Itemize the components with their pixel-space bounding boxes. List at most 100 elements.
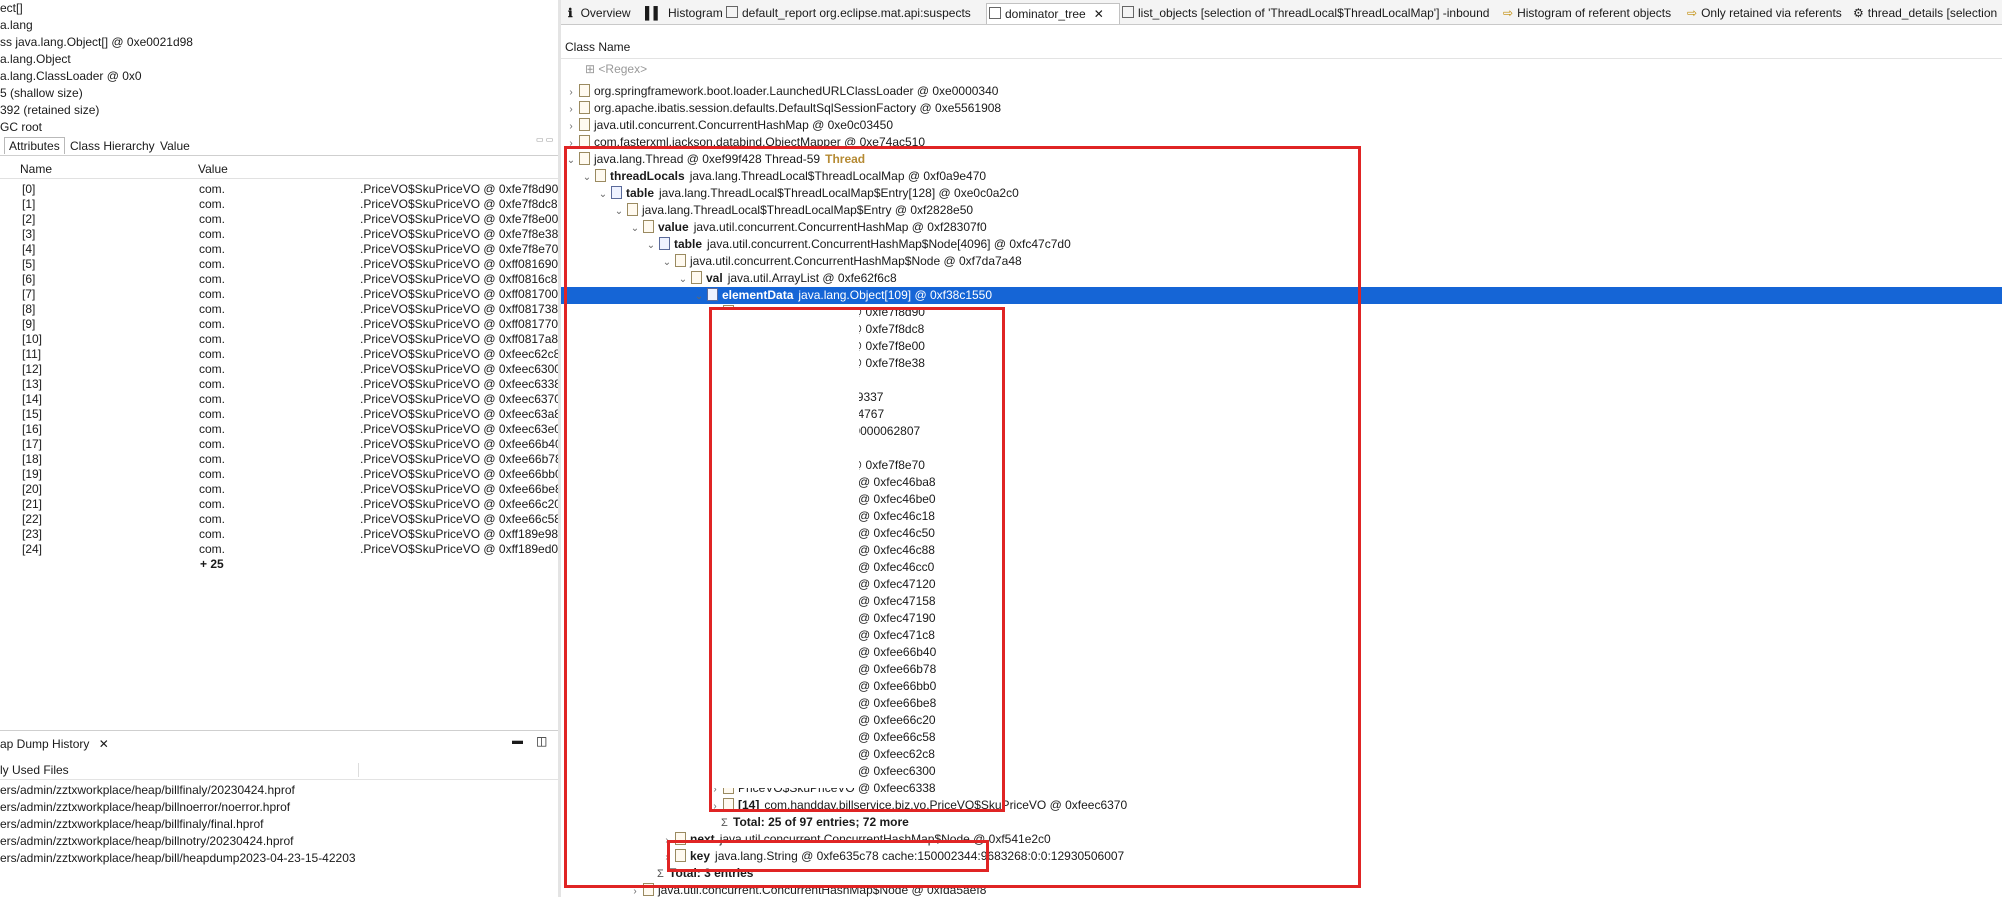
recent-file-item[interactable]: ers/admin/zztxworkplace/heap/bill/heapdu… [0, 851, 356, 865]
recent-file-item[interactable]: ers/admin/zztxworkplace/heap/billnotry/2… [0, 834, 294, 848]
view-menu-icon[interactable]: ▭ ▭ [536, 135, 553, 144]
close-icon[interactable]: ✕ [99, 737, 109, 751]
tab-attributes[interactable]: Attributes [4, 137, 65, 154]
row-value-prefix: com. [199, 497, 226, 511]
row-value: .PriceVO$SkuPriceVO @ 0xfee66c58 [360, 512, 560, 526]
tab-histogram-referents[interactable]: ⇨ Histogram of referent objects [1501, 3, 1671, 23]
row-name: [8] [22, 302, 36, 316]
table-row[interactable]: [22] com. .PriceVO$SkuPriceVO @ 0xfee66c58 [0, 512, 560, 527]
table-row[interactable]: [4] com. .PriceVO$SkuPriceVO @ 0xfe7f8e70 [0, 242, 558, 257]
table-row[interactable]: [1] com. .PriceVO$SkuPriceVO @ 0xfe7f8dc8 [0, 197, 558, 212]
tab-default-report[interactable]: default_report org.eclipse.mat.api:suspe… [724, 3, 971, 23]
table-row[interactable]: [14] com. .PriceVO$SkuPriceVO @ 0xfeec6370 [0, 392, 560, 407]
tab-list-objects[interactable]: list_objects [selection of 'ThreadLocal$… [1120, 3, 1489, 23]
row-name: [13] [22, 377, 43, 391]
more-row[interactable]: + 25 [0, 557, 558, 572]
row-name: [3] [22, 227, 36, 241]
column-class-name[interactable]: Class Name [565, 40, 630, 54]
table-row[interactable]: [15] com. .PriceVO$SkuPriceVO @ 0xfeec63a8 [0, 407, 560, 422]
row-name: [24] [22, 542, 43, 556]
recent-file-item[interactable]: ers/admin/zztxworkplace/heap/billnoerror… [0, 800, 290, 814]
info-line: a.lang.Object [0, 52, 71, 66]
tree-row[interactable]: › org.apache.ibatis.session.defaults.Defa… [565, 100, 1001, 117]
table-row[interactable]: [18] com. .PriceVO$SkuPriceVO @ 0xfee66b78 [0, 452, 560, 467]
table-row[interactable]: [20] com. .PriceVO$SkuPriceVO @ 0xfee66be8 [0, 482, 560, 497]
tree-row[interactable]: › java.util.concurrent.ConcurrentHashMap … [565, 117, 893, 134]
recent-file-item[interactable]: ers/admin/zztxworkplace/heap/billfinaly/… [0, 817, 263, 831]
table-row[interactable]: [8] com. .PriceVO$SkuPriceVO @ 0xff081738 [0, 302, 558, 317]
chevron-right-icon[interactable]: › [565, 84, 577, 101]
tab-class-hierarchy[interactable]: Class Hierarchy [66, 138, 159, 154]
gear-icon: ⚙ [1853, 6, 1864, 20]
row-value-prefix: com. [199, 377, 226, 391]
table-row[interactable]: [12] com. .PriceVO$SkuPriceVO @ 0xfeec6300 [0, 362, 560, 377]
table-row[interactable]: [16] com. .PriceVO$SkuPriceVO @ 0xfeec63e0 [0, 422, 560, 437]
row-value: .PriceVO$SkuPriceVO @ 0xfe7f8d90 [360, 182, 559, 196]
close-icon[interactable]: ✕ [1094, 7, 1104, 21]
info-line: a.lang [0, 18, 33, 32]
row-value-prefix: com. [199, 527, 226, 541]
table-row[interactable]: [19] com. .PriceVO$SkuPriceVO @ 0xfee66bb0 [0, 467, 560, 482]
table-row[interactable]: [23] com. .PriceVO$SkuPriceVO @ 0xff189e98 [0, 527, 558, 542]
info-line: a.lang.ClassLoader @ 0x0 [0, 69, 142, 83]
row-value: .PriceVO$SkuPriceVO @ 0xfeec63a8 [360, 407, 560, 421]
row-value-prefix: com. [199, 437, 226, 451]
table-row[interactable]: [0] com. .PriceVO$SkuPriceVO @ 0xfe7f8d90 [0, 182, 558, 197]
row-value: .PriceVO$SkuPriceVO @ 0xfeec6338 [360, 377, 560, 391]
row-value-prefix: com. [199, 542, 226, 556]
row-value: .PriceVO$SkuPriceVO @ 0xff0816c8 [360, 272, 558, 286]
column-name[interactable]: Name [20, 162, 52, 176]
row-value: .PriceVO$SkuPriceVO @ 0xfeec6300 [360, 362, 560, 376]
arrow-right-icon: ⇨ [1687, 6, 1698, 20]
tab-heap-dump-history[interactable]: ap Dump History ✕ [0, 735, 109, 753]
table-row[interactable]: [3] com. .PriceVO$SkuPriceVO @ 0xfe7f8e38 [0, 227, 558, 242]
recent-file-item[interactable]: ers/admin/zztxworkplace/heap/billfinaly/… [0, 783, 295, 797]
row-value-prefix: com. [199, 287, 226, 301]
info-line: 5 (shallow size) [0, 86, 83, 100]
row-value: .PriceVO$SkuPriceVO @ 0xff189ed0 [360, 542, 559, 556]
table-row[interactable]: [24] com. .PriceVO$SkuPriceVO @ 0xff189ed0 [0, 542, 558, 557]
table-row[interactable]: [7] com. .PriceVO$SkuPriceVO @ 0xff081700 [0, 287, 558, 302]
column-value[interactable]: Value [198, 162, 228, 176]
row-name: [22] [22, 512, 43, 526]
row-value: .PriceVO$SkuPriceVO @ 0xfee66c20 [360, 497, 560, 511]
row-value-prefix: com. [199, 482, 226, 496]
row-name: [10] [22, 332, 43, 346]
regex-filter[interactable]: ⊞ <Regex> [585, 62, 647, 76]
tab-histogram[interactable]: ▌▌ Histogram [643, 3, 723, 23]
row-name: [11] [22, 347, 42, 361]
chevron-right-icon[interactable]: › [565, 118, 577, 135]
table-row[interactable]: [13] com. .PriceVO$SkuPriceVO @ 0xfeec6338 [0, 377, 560, 392]
table-row[interactable]: [5] com. .PriceVO$SkuPriceVO @ 0xff081690 [0, 257, 558, 272]
tab-thread-details[interactable]: ⚙ thread_details [selection [1851, 3, 1997, 23]
table-row[interactable]: [10] com. .PriceVO$SkuPriceVO @ 0xff0817a8 [0, 332, 558, 347]
row-value-prefix: com. [199, 512, 226, 526]
table-row[interactable]: [17] com. .PriceVO$SkuPriceVO @ 0xfee66b40 [0, 437, 560, 452]
table-row[interactable]: [21] com. .PriceVO$SkuPriceVO @ 0xfee66c20 [0, 497, 560, 512]
recent-files-label: ly Used Files [0, 763, 69, 777]
maximize-icon[interactable]: ◫ [536, 734, 547, 748]
table-row[interactable]: [6] com. .PriceVO$SkuPriceVO @ 0xff0816c8 [0, 272, 558, 287]
row-value-prefix: com. [199, 212, 226, 226]
row-name: [7] [22, 287, 36, 301]
table-row[interactable]: [11] com. .PriceVO$SkuPriceVO @ 0xfeec62c8 [0, 347, 560, 362]
row-value-prefix: com. [199, 392, 226, 406]
minimize-icon[interactable]: ▬ [512, 735, 523, 747]
dominator-tree-icon [989, 7, 1001, 19]
tab-dominator-tree[interactable]: dominator_tree ✕ [986, 3, 1120, 24]
row-value-prefix: com. [199, 197, 226, 211]
row-name: [14] [22, 392, 43, 406]
table-row[interactable]: [9] com. .PriceVO$SkuPriceVO @ 0xff081770 [0, 317, 558, 332]
row-value: .PriceVO$SkuPriceVO @ 0xff081738 [360, 302, 559, 316]
tab-overview[interactable]: ℹ Overview [566, 3, 631, 23]
tree-row[interactable]: › org.springframework.boot.loader.Launche… [565, 83, 998, 100]
info-icon: ℹ [568, 6, 573, 20]
table-row[interactable]: [2] com. .PriceVO$SkuPriceVO @ 0xfe7f8e00 [0, 212, 558, 227]
annotation-box-key [667, 840, 989, 872]
row-value-prefix: com. [199, 242, 226, 256]
chevron-right-icon[interactable]: › [565, 101, 577, 118]
row-value-prefix: com. [199, 452, 226, 466]
tab-only-retained[interactable]: ⇨ Only retained via referents [1685, 3, 1842, 23]
row-value-prefix: com. [199, 272, 226, 286]
tab-value[interactable]: Value [156, 138, 194, 154]
